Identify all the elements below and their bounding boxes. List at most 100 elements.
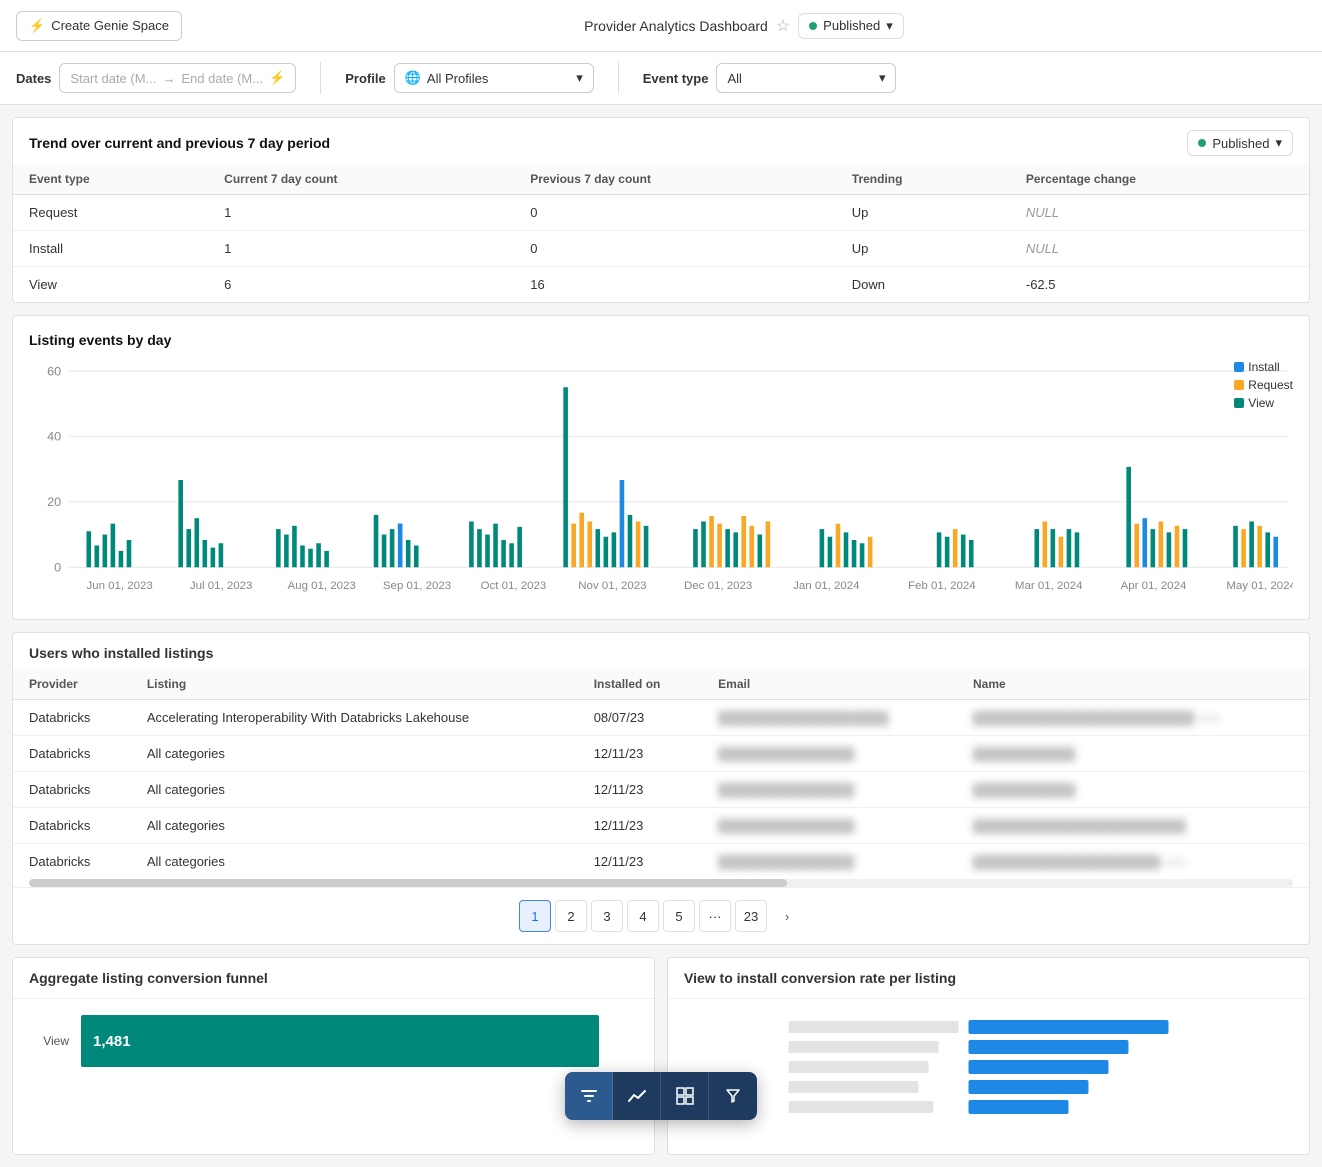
published-label: Published [823, 18, 880, 33]
table-row: Databricks Accelerating Interoperability… [13, 700, 1309, 736]
email-cell: ████████████████ [702, 844, 957, 880]
header-center: Provider Analytics Dashboard ☆ Published… [584, 13, 904, 39]
installed-on-cell: 08/07/23 [578, 700, 702, 736]
start-date-placeholder: Start date (M... [70, 71, 156, 86]
svg-text:Feb 01, 2024: Feb 01, 2024 [908, 580, 976, 592]
pct-change-cell: NULL [1010, 231, 1309, 267]
event-type-filter-group: Event type All ▾ [643, 63, 897, 93]
green-dot-icon [1198, 139, 1206, 147]
installed-on-cell: 12/11/23 [578, 772, 702, 808]
page-3-button[interactable]: 3 [591, 900, 623, 932]
pct-change-cell: NULL [1010, 195, 1309, 231]
provider-cell: Databricks [13, 844, 131, 880]
toolbar-filter-alt-button[interactable] [709, 1072, 757, 1120]
profile-label: Profile [345, 71, 385, 86]
scrollbar-thumb[interactable] [29, 879, 787, 887]
current-count-cell: 1 [208, 195, 514, 231]
page-1-button[interactable]: 1 [519, 900, 551, 932]
main-content: Trend over current and previous 7 day pe… [0, 117, 1322, 1155]
page-4-button[interactable]: 4 [627, 900, 659, 932]
installed-on-cell: 12/11/23 [578, 844, 702, 880]
conversion-title: View to install conversion rate per list… [668, 958, 1309, 999]
table-row: Databricks All categories 12/11/23 █████… [13, 772, 1309, 808]
bottom-row: Aggregate listing conversion funnel View… [12, 957, 1310, 1155]
event-type-select[interactable]: All ▾ [716, 63, 896, 93]
svg-text:60: 60 [47, 365, 61, 379]
page-2-button[interactable]: 2 [555, 900, 587, 932]
dashboard-title: Provider Analytics Dashboard [584, 18, 768, 34]
legend-install-label: Install [1248, 360, 1279, 374]
chevron-down-icon: ▾ [576, 70, 583, 86]
svg-text:Aug 01, 2023: Aug 01, 2023 [288, 580, 356, 592]
email-cell: ████████████████ [702, 772, 957, 808]
listing-cell: Accelerating Interoperability With Datab… [131, 700, 578, 736]
installed-on-cell: 12/11/23 [578, 808, 702, 844]
users-table-header-row: Provider Listing Installed on Email Name [13, 669, 1309, 700]
col-pct-change: Percentage change [1010, 164, 1309, 195]
col-email: Email [702, 669, 957, 700]
col-trending: Trending [836, 164, 1010, 195]
trending-cell: Down [836, 267, 1010, 303]
email-cell: ████████████████ [702, 808, 957, 844]
trending-cell: Up [836, 195, 1010, 231]
provider-cell: Databricks [13, 736, 131, 772]
trend-published-button[interactable]: Published ▾ [1187, 130, 1293, 156]
page-23-button[interactable]: 23 [735, 900, 767, 932]
filter-divider-1 [320, 62, 321, 94]
chart-title: Listing events by day [29, 332, 1293, 348]
trend-table-container: Event type Current 7 day count Previous … [13, 164, 1309, 302]
funnel-area: View 1,481 [13, 999, 654, 1091]
name-cell: █████████████████████████ [957, 808, 1309, 844]
page-5-button[interactable]: 5 [663, 900, 695, 932]
trend-table-row: Install 1 0 Up NULL [13, 231, 1309, 267]
trend-published-label: Published [1212, 136, 1269, 151]
toolbar-grid-button[interactable] [661, 1072, 709, 1120]
trend-card: Trend over current and previous 7 day pe… [12, 117, 1310, 303]
filter-icon [579, 1086, 599, 1106]
event-type-label: Event type [643, 71, 709, 86]
date-range-picker[interactable]: Start date (M... → End date (M... ⚡ [59, 63, 296, 93]
pct-change-cell: -62.5 [1010, 267, 1309, 303]
page-next-button[interactable]: › [771, 900, 803, 932]
col-provider: Provider [13, 669, 131, 700]
chevron-down-icon: ▾ [886, 18, 893, 34]
create-genie-space-button[interactable]: ⚡ Create Genie Space [16, 11, 182, 41]
published-status-button[interactable]: Published ▾ [798, 13, 904, 39]
toolbar-chart-button[interactable] [613, 1072, 661, 1120]
legend-request: Request [1234, 378, 1293, 392]
svg-text:Jan 01, 2024: Jan 01, 2024 [793, 580, 859, 592]
legend-view-label: View [1248, 396, 1274, 410]
filter-alt-icon [723, 1086, 743, 1106]
users-section-title: Users who installed listings [13, 633, 1309, 669]
filter-bar: Dates Start date (M... → End date (M... … [0, 52, 1322, 105]
listing-cell: All categories [131, 808, 578, 844]
email-cell: ████████████████ [702, 736, 957, 772]
provider-cell: Databricks [13, 700, 131, 736]
svg-text:May 01, 2024: May 01, 2024 [1226, 580, 1293, 592]
svg-text:40: 40 [47, 430, 61, 444]
previous-count-cell: 0 [514, 231, 836, 267]
funnel-view-label: View [29, 1034, 69, 1048]
toolbar-filter-button[interactable] [565, 1072, 613, 1120]
users-table: Provider Listing Installed on Email Name… [13, 669, 1309, 879]
pagination: 1 2 3 4 5 ··· 23 › [13, 887, 1309, 944]
svg-text:Sep 01, 2023: Sep 01, 2023 [383, 580, 451, 592]
previous-count-cell: 16 [514, 267, 836, 303]
chart-section: Listing events by day 60 40 20 0 [13, 316, 1309, 619]
chart-area: 60 40 20 0 [29, 360, 1293, 603]
provider-cell: Databricks [13, 772, 131, 808]
page-ellipsis: ··· [699, 900, 731, 932]
name-cell: ██████████████████████████ com [957, 700, 1309, 736]
end-date-placeholder: End date (M... [181, 71, 263, 86]
star-icon[interactable]: ☆ [776, 16, 790, 36]
lightning-icon: ⚡ [269, 70, 285, 86]
svg-text:Nov 01, 2023: Nov 01, 2023 [578, 580, 646, 592]
profile-select[interactable]: 🌐 All Profiles ▾ [394, 63, 594, 93]
svg-text:0: 0 [54, 561, 61, 575]
view-color-dot [1234, 398, 1244, 408]
genie-icon: ⚡ [29, 18, 45, 34]
horizontal-scrollbar[interactable] [29, 879, 1293, 887]
current-count-cell: 1 [208, 231, 514, 267]
install-color-dot [1234, 362, 1244, 372]
event-type-value: All [727, 71, 741, 86]
